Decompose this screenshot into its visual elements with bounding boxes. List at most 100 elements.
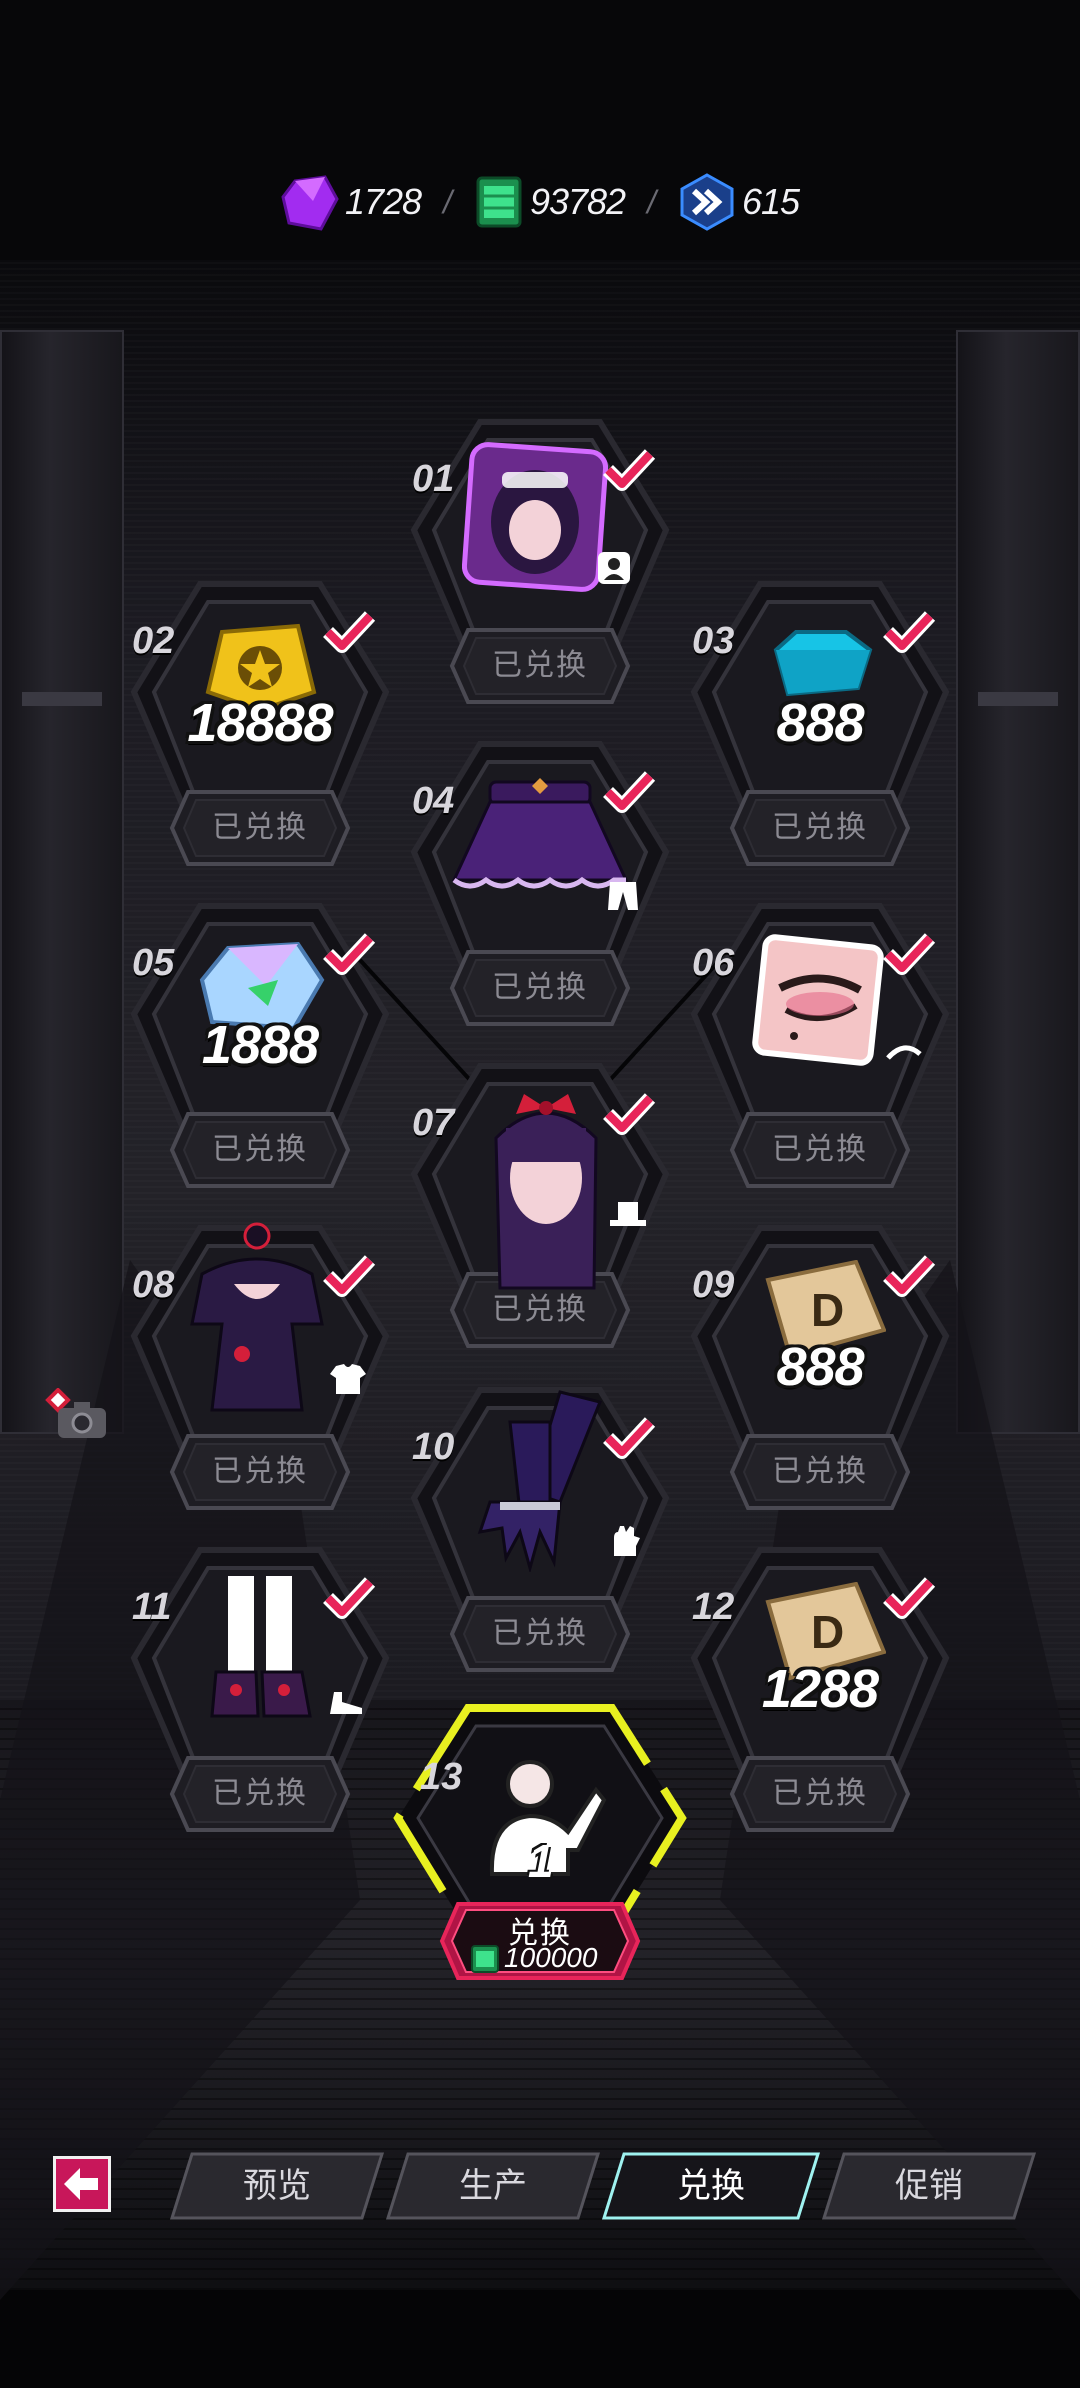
reward-tile-12[interactable]: 12 1288 已兑换	[680, 1546, 960, 1866]
tab-label: 兑换	[677, 2167, 745, 2205]
tab-production[interactable]: 生产	[386, 2152, 600, 2220]
reward-number: 06	[692, 942, 735, 984]
reward-amount: 1288	[761, 1659, 879, 1719]
reward-number: 05	[132, 942, 175, 984]
redeemed-check-icon	[322, 932, 376, 976]
platform-shoes-icon	[210, 1576, 312, 1718]
reward-tile-06[interactable]: 06 已兑换	[680, 902, 960, 1222]
redeem-button-label: 已兑换	[492, 971, 588, 1004]
redeemed-check-icon	[882, 1576, 936, 1620]
reward-tile-13[interactable]: 13 1 兑换 100000	[390, 1700, 690, 1990]
reward-amount: 1888	[201, 1015, 319, 1075]
currency-separator: /	[647, 183, 656, 220]
redeemed-check-icon	[602, 1416, 656, 1460]
redeemed-check-icon	[882, 932, 936, 976]
redeem-button-label: 已兑换	[772, 811, 868, 844]
redeem-button-label: 已兑换	[772, 1777, 868, 1810]
reward-tile-02[interactable]: 02 18888 已兑换	[120, 580, 400, 900]
blue-chevron-badge-icon	[680, 173, 734, 231]
avatar-type-icon	[598, 552, 630, 584]
redeem-button-label: 已兑换	[212, 1777, 308, 1810]
reward-amount: 888	[776, 693, 864, 753]
purple-crystal-icon	[281, 175, 339, 231]
redeemed-check-icon	[322, 610, 376, 654]
currency-separator: /	[443, 183, 452, 220]
redeem-button[interactable]: 已兑换	[728, 1432, 912, 1512]
reward-tile-08[interactable]: 08 已兑换	[120, 1222, 400, 1544]
glove-type-icon	[614, 1526, 640, 1556]
reward-number: 13	[420, 1756, 463, 1798]
reward-tile-05[interactable]: 05 1888 已兑换	[120, 902, 400, 1222]
redeem-button[interactable]: 已兑换	[168, 788, 352, 868]
reward-tile-10[interactable]: 10 已兑换	[400, 1386, 680, 1706]
tab-exchange[interactable]: 兑换	[602, 2152, 820, 2220]
redeem-button-label: 已兑换	[212, 1455, 308, 1488]
portrait-frame-icon	[462, 442, 608, 592]
reward-number: 04	[412, 780, 455, 822]
redeem-button[interactable]: 已兑换	[728, 1110, 912, 1190]
shoe-type-icon	[330, 1692, 362, 1714]
blue-badge-count: 615	[741, 181, 800, 222]
gloves-icon	[477, 1390, 603, 1572]
reward-number: 08	[132, 1264, 175, 1306]
redeem-final-button[interactable]: 兑换 100000	[438, 1900, 642, 1982]
currency-purple-crystal: 1728	[281, 173, 422, 231]
redeem-button[interactable]: 已兑换	[448, 626, 632, 706]
reward-amount: 18888	[187, 693, 333, 753]
reward-tile-09[interactable]: 09 888 已兑换	[680, 1224, 960, 1544]
reward-number: 02	[132, 620, 175, 662]
redeemed-check-icon	[602, 1092, 656, 1136]
green-ticket-count: 93782	[529, 181, 626, 222]
tab-label: 促销	[895, 2167, 963, 2205]
tab-promotion[interactable]: 促销	[822, 2152, 1036, 2220]
redeemed-check-icon	[322, 1576, 376, 1620]
camera-button[interactable]	[44, 1387, 110, 1442]
green-ticket-icon	[471, 1945, 499, 1973]
redeem-button-label: 已兑换	[212, 1133, 308, 1166]
currency-bar: 1728 / 93782 / 615	[0, 172, 1080, 232]
redeem-button[interactable]: 已兑换	[168, 1110, 352, 1190]
redeem-button[interactable]: 已兑换	[168, 1754, 352, 1834]
shirt-type-icon	[330, 1364, 366, 1394]
green-ticket-icon	[476, 176, 522, 228]
redeem-button[interactable]: 已兑换	[448, 1594, 632, 1674]
reward-number: 03	[692, 620, 735, 662]
currency-green-ticket: 93782	[474, 174, 626, 230]
dress-top-icon	[190, 1222, 324, 1412]
redeem-button[interactable]: 已兑换	[168, 1432, 352, 1512]
reward-number: 07	[412, 1102, 455, 1144]
tab-label: 生产	[459, 2167, 527, 2205]
redeem-button[interactable]: 已兑换	[728, 788, 912, 868]
reward-tile-04[interactable]: 04 已兑换	[400, 740, 680, 1060]
redeem-button-label: 已兑换	[772, 1455, 868, 1488]
currency-blue-badge: 615	[678, 173, 800, 231]
bottoms-type-icon	[608, 882, 638, 910]
redeem-button-label: 已兑换	[212, 811, 308, 844]
eye-makeup-icon	[752, 934, 884, 1066]
redeemed-check-icon	[882, 610, 936, 654]
redeemed-check-icon	[882, 1254, 936, 1298]
reward-number: 09	[692, 1264, 735, 1306]
reward-number: 01	[412, 458, 455, 500]
redeem-button-label: 已兑换	[772, 1133, 868, 1166]
redeem-button-label: 已兑换	[492, 649, 588, 682]
reward-tile-07[interactable]: 07 已兑换	[400, 1062, 680, 1382]
redeemed-check-icon	[602, 448, 656, 492]
emote-badge-count: 1	[528, 1835, 554, 1887]
tab-preview[interactable]: 预览	[170, 2152, 384, 2220]
camera-icon	[45, 1387, 106, 1438]
reward-tile-11[interactable]: 11 已兑换	[120, 1546, 400, 1866]
reward-tile-01[interactable]: 01 已兑换	[400, 418, 680, 738]
back-button[interactable]	[53, 2156, 111, 2212]
redeem-button[interactable]: 已兑换	[728, 1754, 912, 1834]
redeem-cost: 100000	[504, 1942, 598, 1973]
purple-crystal-count: 1728	[344, 181, 422, 222]
reward-amount: 888	[776, 1337, 864, 1397]
reward-tile-03[interactable]: 03 888 已兑换	[680, 580, 960, 900]
redeem-button[interactable]: 已兑换	[448, 948, 632, 1028]
hairstyle-icon	[494, 1094, 598, 1290]
hat-type-icon	[610, 1202, 646, 1226]
blue-gem-icon	[773, 630, 873, 697]
redeem-button-label: 已兑换	[492, 1617, 588, 1650]
tab-label: 预览	[243, 2167, 311, 2205]
